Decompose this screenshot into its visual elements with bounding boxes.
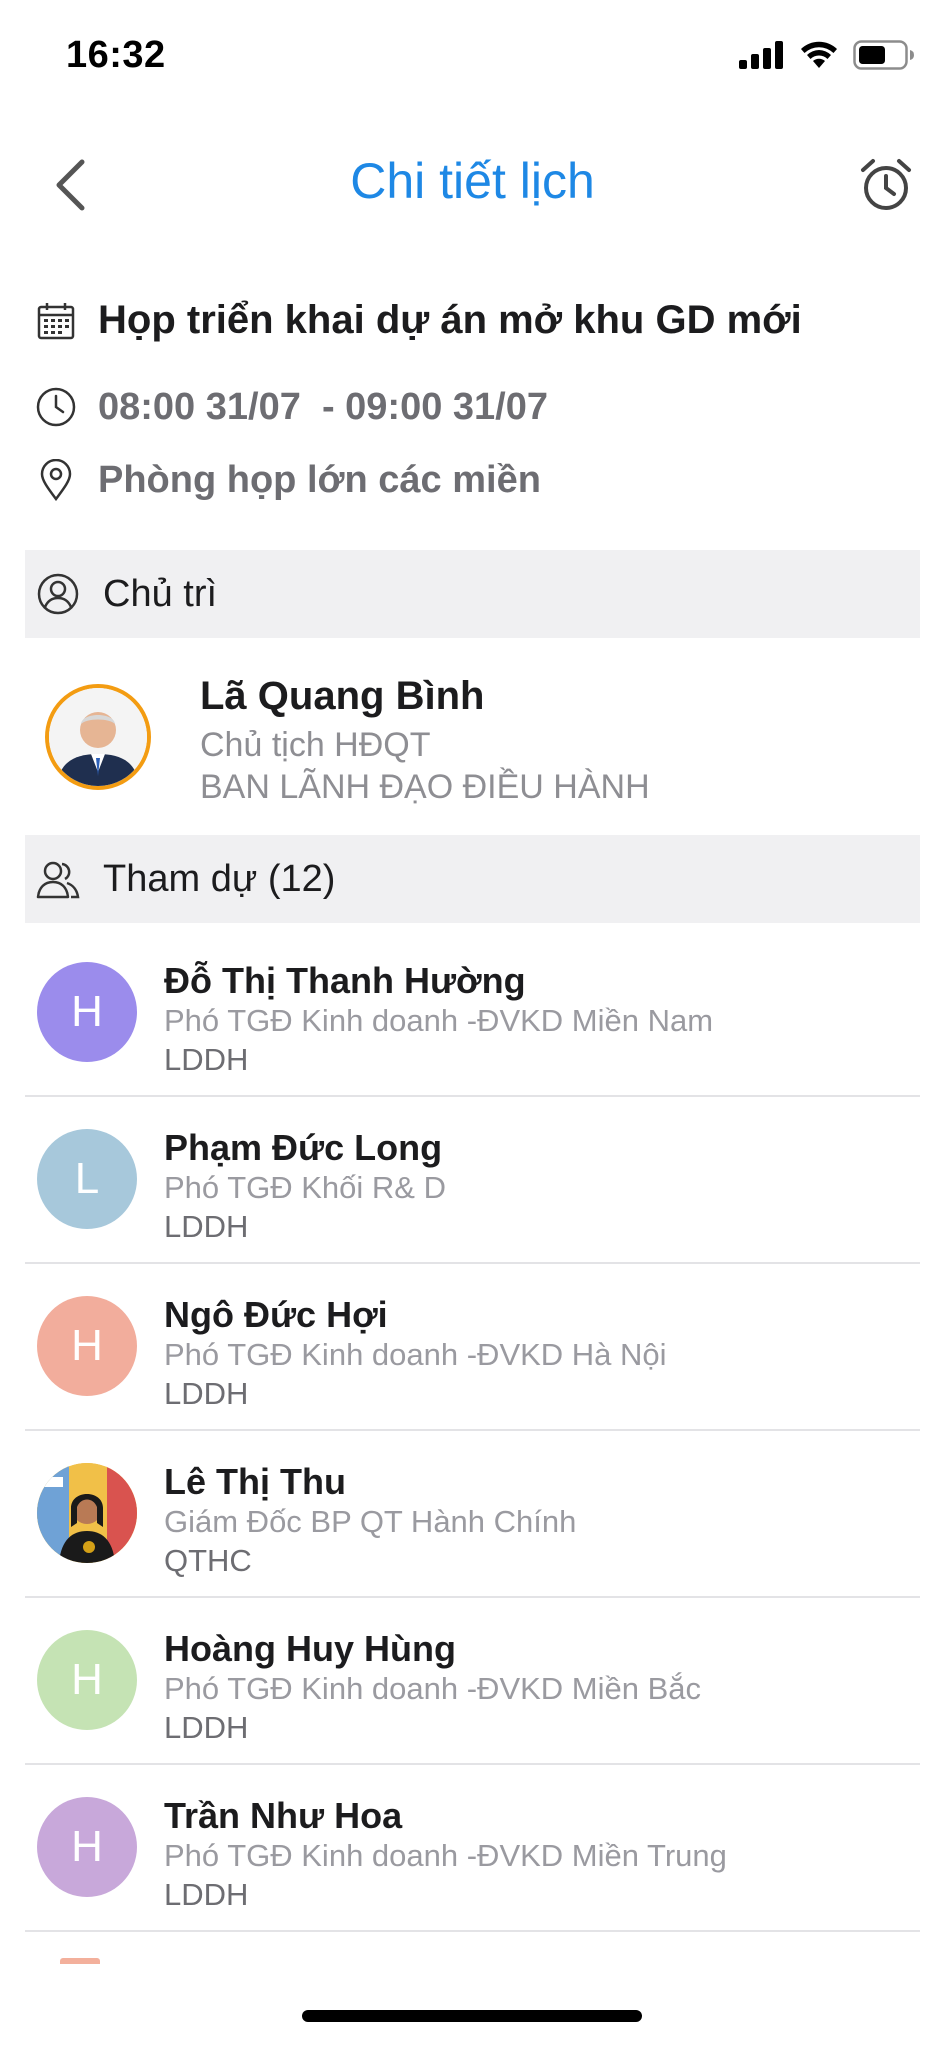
person-photo-icon — [49, 688, 147, 786]
attendee-row[interactable]: H Trần Như Hoa Phó TGĐ Kinh doanh -ĐVKD … — [25, 1765, 920, 1932]
event-time-row: 08:00 31/07 - 09:00 31/07 — [34, 385, 548, 429]
status-icons — [739, 40, 915, 70]
users-icon — [35, 856, 81, 902]
host-role: Chủ tịch HĐQT — [200, 726, 431, 764]
host-department: BAN LÃNH ĐẠO ĐIỀU HÀNH — [200, 768, 650, 806]
location-pin-icon — [34, 458, 78, 502]
attendee-avatar: L — [37, 1129, 137, 1229]
host-avatar — [45, 684, 151, 790]
attendees-section-header: Tham dự (12) — [25, 835, 920, 923]
alarm-clock-icon — [861, 159, 911, 210]
attendee-name: Ngô Đức Hợi — [164, 1294, 388, 1335]
attendee-role: Phó TGĐ Khối R& D — [164, 1170, 446, 1205]
attendee-role: Phó TGĐ Kinh doanh -ĐVKD Hà Nội — [164, 1337, 667, 1372]
attendee-row[interactable]: H Ngô Đức Hợi Phó TGĐ Kinh doanh -ĐVKD H… — [25, 1264, 920, 1431]
person-photo-icon — [37, 1463, 137, 1563]
event-title-row: Họp triển khai dự án mở khu GD mới — [34, 298, 802, 343]
event-title: Họp triển khai dự án mở khu GD mới — [98, 298, 802, 342]
host-item[interactable]: Lã Quang Bình Chủ tịch HĐQT BAN LÃNH ĐẠO… — [25, 640, 920, 830]
page-title: Chi tiết lịch — [350, 153, 595, 209]
wifi-icon — [801, 41, 837, 68]
attendee-photo-avatar — [37, 1463, 137, 1563]
attendee-avatar: H — [37, 1630, 137, 1730]
attendee-avatar: H — [37, 1797, 137, 1897]
attendee-row[interactable]: Lê Thị Thu Giám Đốc BP QT Hành Chính QTH… — [25, 1431, 920, 1598]
attendee-role: Giám Đốc BP QT Hành Chính — [164, 1504, 577, 1539]
attendee-role: Phó TGĐ Kinh doanh -ĐVKD Miền Trung — [164, 1838, 727, 1873]
attendee-row[interactable]: H Hoàng Huy Hùng Phó TGĐ Kinh doanh -ĐVK… — [25, 1598, 920, 1765]
attendee-department: LDDH — [164, 1042, 249, 1077]
host-section-header: Chủ trì — [25, 550, 920, 638]
attendee-avatar: H — [37, 962, 137, 1062]
host-name: Lã Quang Bình — [200, 674, 485, 718]
attendee-department: LDDH — [164, 1209, 249, 1244]
home-indicator[interactable] — [302, 2010, 642, 2022]
attendee-name: Phạm Đức Long — [164, 1127, 443, 1168]
calendar-icon — [34, 299, 78, 343]
attendee-role: Phó TGĐ Kinh doanh -ĐVKD Miền Nam — [164, 1003, 714, 1038]
attendee-avatar: H — [37, 1296, 137, 1396]
attendee-row[interactable]: L Phạm Đức Long Phó TGĐ Khối R& D LDDH — [25, 1097, 920, 1264]
attendee-name: Đỗ Thị Thanh Hường — [164, 960, 526, 1001]
status-time: 16:32 — [66, 34, 166, 76]
event-time: 08:00 31/07 - 09:00 31/07 — [98, 385, 549, 428]
attendee-role: Phó TGĐ Kinh doanh -ĐVKD Miền Bắc — [164, 1671, 702, 1706]
attendees-section-label: Tham dự (12) — [103, 857, 336, 900]
attendee-name: Hoàng Huy Hùng — [164, 1628, 456, 1669]
event-location-row: Phòng họp lớn các miền — [34, 458, 541, 502]
attendee-department: LDDH — [164, 1877, 249, 1912]
attendee-department: QTHC — [164, 1543, 252, 1578]
attendee-list: H Đỗ Thị Thanh Hường Phó TGĐ Kinh doanh … — [25, 930, 920, 1932]
attendee-name: Trần Như Hoa — [164, 1795, 403, 1836]
clock-icon — [34, 385, 78, 429]
attendee-department: LDDH — [164, 1376, 249, 1411]
alarm-button[interactable] — [851, 150, 921, 220]
status-bar: 16:32 — [0, 0, 945, 110]
attendee-department: LDDH — [164, 1710, 249, 1745]
cellular-signal-icon — [739, 41, 783, 69]
host-section-label: Chủ trì — [103, 572, 218, 615]
attendee-name: Lê Thị Thu — [164, 1461, 346, 1502]
attendee-row[interactable]: H Đỗ Thị Thanh Hường Phó TGĐ Kinh doanh … — [25, 930, 920, 1097]
next-avatar-peek — [60, 1958, 100, 1964]
battery-icon — [853, 40, 914, 70]
user-circle-icon — [35, 571, 81, 617]
navigation-bar: Chi tiết lịch — [0, 110, 945, 250]
event-location: Phòng họp lớn các miền — [98, 458, 541, 501]
